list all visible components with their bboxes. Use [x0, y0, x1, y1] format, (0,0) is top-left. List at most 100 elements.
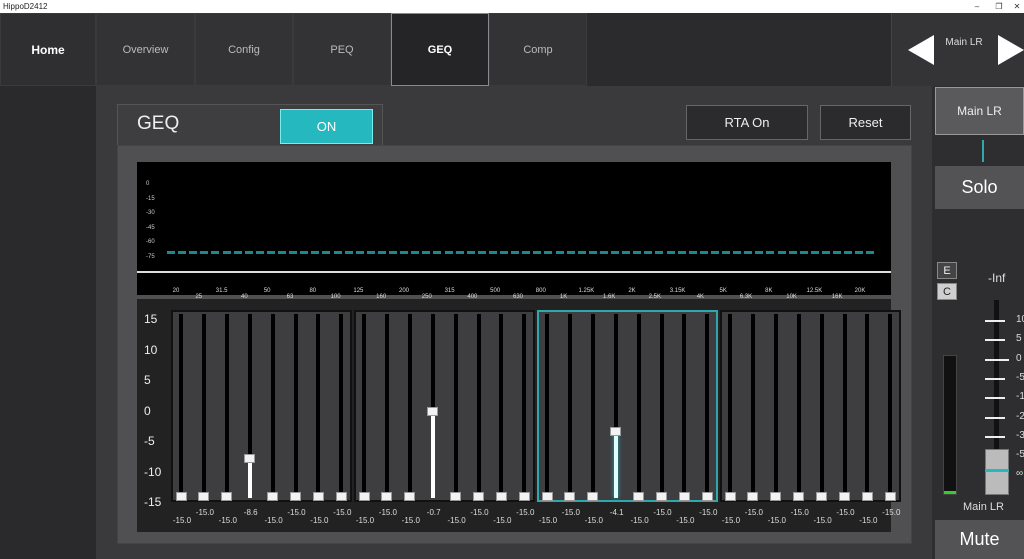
eq-fader-knob[interactable] [656, 491, 667, 501]
eq-fader-knob[interactable] [221, 491, 233, 501]
next-channel-arrow-icon[interactable] [998, 35, 1024, 65]
eq-fader-knob[interactable] [312, 491, 324, 501]
eq-band-value: -15.0 [447, 516, 466, 525]
eq-fader-track[interactable] [888, 314, 893, 498]
eq-fader-knob[interactable] [861, 491, 873, 501]
eq-fader-track[interactable] [636, 314, 641, 498]
eq-fader-knob[interactable] [244, 453, 256, 463]
frequency-label: 1.25K [578, 288, 595, 294]
main-fader-knob[interactable] [985, 449, 1009, 495]
eq-fader-track[interactable] [865, 314, 870, 498]
gain-scale-label: 5 [144, 373, 151, 387]
eq-fader-track[interactable] [224, 314, 229, 498]
rta-bar [222, 251, 231, 254]
eq-fader-track[interactable] [842, 314, 847, 498]
frequency-label: 125 [353, 288, 364, 294]
eq-fader-knob[interactable] [495, 491, 507, 501]
minimize-button[interactable]: – [970, 0, 984, 13]
eq-fader-knob[interactable] [816, 491, 828, 501]
eq-fader-knob[interactable] [610, 426, 622, 436]
eq-fader-knob[interactable] [724, 491, 736, 501]
fader-channel-label: Main LR [963, 501, 1004, 513]
eq-fader-track[interactable] [796, 314, 801, 498]
rta-bar [677, 251, 686, 254]
eq-fader-knob[interactable] [701, 491, 713, 501]
eq-fader-track[interactable] [384, 314, 389, 498]
tab-config[interactable]: Config [195, 13, 293, 86]
eq-fader-knob[interactable] [678, 491, 690, 501]
eq-fader-knob[interactable] [518, 491, 530, 501]
eq-fader-track[interactable] [407, 314, 412, 498]
eq-fader-track[interactable] [590, 314, 595, 498]
eq-fader-track[interactable] [819, 314, 824, 498]
home-button[interactable]: Home [0, 13, 96, 86]
eq-fader-knob[interactable] [839, 491, 850, 501]
main-lr-channel-button[interactable]: Main LR [935, 87, 1024, 135]
eq-fader-knob[interactable] [175, 491, 187, 501]
eq-fader-track[interactable] [773, 314, 778, 498]
eq-fader-knob[interactable] [564, 491, 576, 501]
rta-bar [722, 251, 730, 254]
eq-fader-track[interactable] [567, 314, 572, 498]
eq-fader-knob[interactable] [770, 491, 782, 501]
eq-band-value: -15.0 [195, 508, 215, 517]
eq-band-value: -15.0 [264, 516, 283, 525]
eq-fader-track[interactable] [270, 314, 275, 498]
eq-fader-knob[interactable] [381, 491, 393, 501]
frequency-label: 8K [765, 288, 773, 294]
rta-on-button[interactable]: RTA On [686, 105, 808, 140]
rta-bar [322, 251, 331, 254]
close-button[interactable]: ✕ [1010, 0, 1024, 13]
eq-fader-knob[interactable] [793, 491, 805, 501]
tab-comp[interactable]: Comp [489, 13, 587, 86]
tab-peq[interactable]: PEQ [293, 13, 391, 86]
e-button[interactable]: E [937, 262, 957, 279]
eq-fader-knob[interactable] [541, 491, 553, 501]
eq-fader-knob[interactable] [450, 491, 462, 501]
eq-fader-track[interactable] [728, 314, 732, 498]
eq-band-value: -15.0 [699, 508, 718, 517]
eq-fader-track[interactable] [682, 314, 687, 498]
tab-geq[interactable]: GEQ [391, 13, 489, 86]
eq-band-value: -15.0 [333, 508, 352, 517]
eq-fader-knob[interactable] [633, 491, 645, 501]
eq-fader-knob[interactable] [587, 491, 599, 501]
eq-fader-knob[interactable] [198, 491, 210, 501]
rta-bar [300, 251, 309, 254]
eq-fader-track[interactable] [499, 314, 504, 498]
eq-fader-track[interactable] [659, 314, 664, 498]
eq-fader-knob[interactable] [473, 491, 484, 501]
eq-fader-track[interactable] [522, 314, 527, 498]
eq-fader-knob[interactable] [427, 406, 439, 416]
geq-on-button[interactable]: ON [280, 109, 373, 144]
eq-fader-knob[interactable] [335, 491, 347, 501]
eq-fader-knob[interactable] [358, 491, 370, 501]
c-button[interactable]: C [937, 283, 957, 300]
eq-fader-track[interactable] [293, 314, 298, 498]
reset-button[interactable]: Reset [820, 105, 911, 140]
eq-fader-track[interactable] [453, 314, 458, 498]
tab-overview[interactable]: Overview [96, 13, 195, 86]
eq-fader-knob[interactable] [267, 491, 279, 501]
eq-fader-track[interactable] [339, 314, 344, 498]
maximize-button[interactable]: ❐ [992, 0, 1006, 13]
eq-fader-track[interactable] [750, 314, 755, 498]
fader-scale-label: 0 [1016, 352, 1022, 364]
solo-button[interactable]: Solo [935, 166, 1024, 209]
rta-bar [211, 251, 220, 254]
eq-fader-track[interactable] [362, 314, 366, 498]
eq-fader-track[interactable] [705, 314, 710, 498]
eq-fader-track[interactable] [476, 314, 481, 498]
eq-fader-track[interactable] [201, 314, 206, 498]
previous-channel-arrow-icon[interactable] [908, 35, 934, 65]
eq-fader-knob[interactable] [884, 491, 896, 501]
eq-fader-track[interactable] [179, 314, 183, 498]
mute-button[interactable]: Mute [935, 520, 1024, 559]
rta-bar [233, 251, 242, 254]
eq-fader-knob[interactable] [404, 491, 416, 501]
eq-fader-knob[interactable] [747, 491, 759, 501]
eq-fader-track[interactable] [545, 314, 549, 498]
rta-scale-label: -15 [146, 195, 155, 202]
eq-fader-track[interactable] [316, 314, 321, 498]
eq-fader-knob[interactable] [290, 491, 301, 501]
